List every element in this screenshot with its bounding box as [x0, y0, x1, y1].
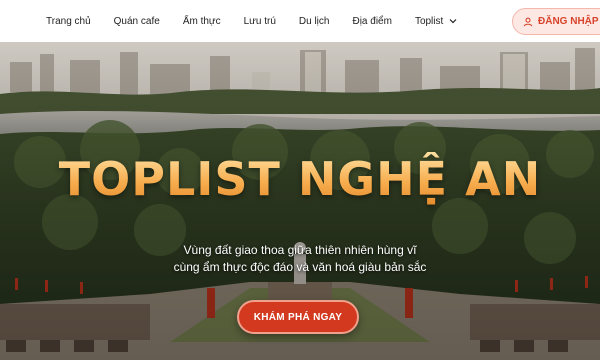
- explore-now-button[interactable]: KHÁM PHÁ NGAY: [237, 300, 359, 334]
- nav-item-toplist-dropdown[interactable]: Toplist: [415, 16, 457, 27]
- nav-item-quan-cafe[interactable]: Quán cafe: [114, 16, 160, 27]
- nav-item-toplist-label: Toplist: [414, 15, 444, 27]
- nav-links: Trang chủ Quán cafe Ẩm thực Lưu trú Du l…: [46, 16, 480, 27]
- hero-title: TOPLIST NGHỆ AN: [0, 152, 600, 206]
- top-navbar: Trang chủ Quán cafe Ẩm thực Lưu trú Du l…: [0, 0, 600, 42]
- user-icon: [523, 17, 533, 27]
- login-button[interactable]: ĐĂNG NHẬP: [512, 8, 600, 35]
- hero-subtitle-line-2: cùng ẩm thực độc đáo và văn hoá giàu bản…: [173, 260, 427, 274]
- hero-subtitle: Vùng đất giao thoa giữa thiên nhiên hùng…: [0, 242, 600, 276]
- chevron-down-icon: [449, 17, 457, 25]
- nav-item-du-lich[interactable]: Du lịch: [299, 16, 330, 27]
- nav-item-dia-diem[interactable]: Địa điểm: [352, 16, 391, 27]
- login-label: ĐĂNG NHẬP: [538, 16, 599, 27]
- nav-item-trang-chu[interactable]: Trang chủ: [46, 16, 91, 27]
- hero-banner: TOPLIST NGHỆ AN Vùng đất giao thoa giữa …: [0, 42, 600, 360]
- nav-item-am-thuc[interactable]: Ẩm thực: [183, 16, 221, 27]
- hero-subtitle-line-1: Vùng đất giao thoa giữa thiên nhiên hùng…: [183, 243, 417, 257]
- nav-item-luu-tru[interactable]: Lưu trú: [244, 16, 276, 27]
